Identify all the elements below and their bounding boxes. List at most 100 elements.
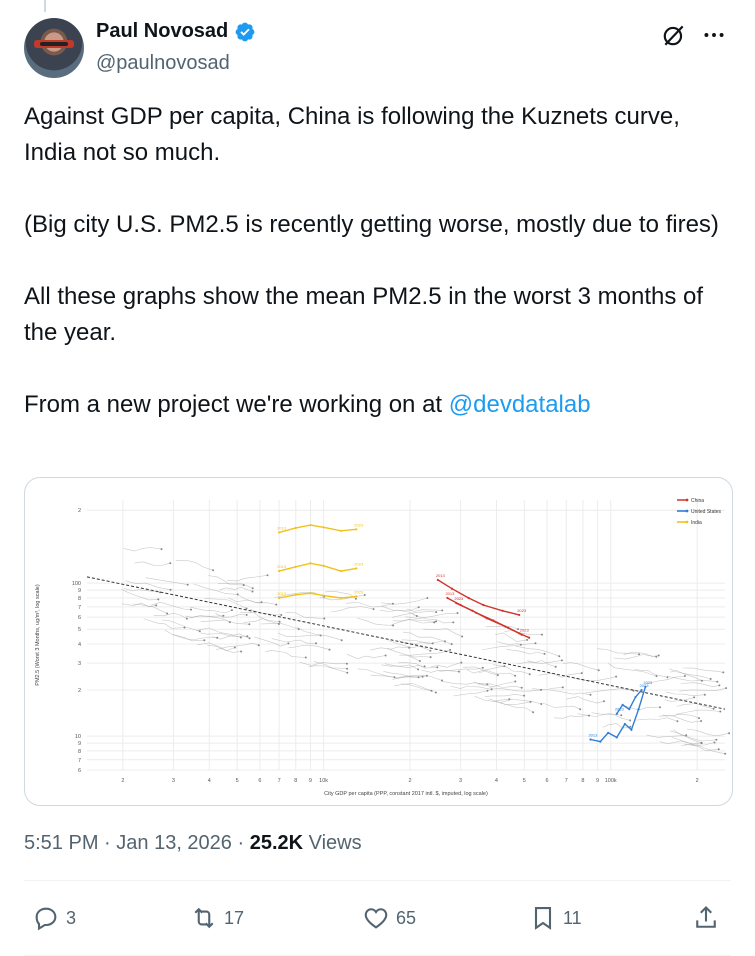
share-button[interactable] — [692, 904, 720, 932]
background-city-point — [709, 678, 712, 680]
y-tick-label: 100 — [72, 581, 81, 587]
background-city-point — [248, 637, 251, 640]
background-city-point — [280, 614, 283, 616]
background-city-point — [393, 676, 396, 679]
bookmark-button[interactable]: 11 — [529, 904, 582, 932]
background-city-trace — [553, 715, 590, 719]
background-city-trace — [634, 669, 668, 678]
background-city-point — [257, 644, 260, 647]
background-city-point — [216, 636, 219, 639]
mention-link[interactable]: @devdatalab — [449, 391, 591, 418]
background-city-trace — [673, 729, 717, 742]
more-options-icon[interactable] — [701, 22, 727, 48]
series-point — [355, 595, 358, 598]
background-city-point — [346, 671, 349, 674]
avatar[interactable] — [24, 18, 84, 78]
y-tick-label: 10 — [75, 734, 81, 740]
tweet-time[interactable]: 5:51 PM — [24, 832, 98, 854]
background-city-point — [186, 583, 189, 586]
background-city-point — [629, 719, 632, 722]
background-city-point — [700, 741, 703, 744]
background-city-point — [245, 607, 248, 610]
background-city-point — [655, 655, 658, 658]
background-city-point — [450, 643, 453, 646]
like-count: 65 — [396, 907, 417, 928]
background-city-trace — [346, 653, 386, 660]
tweet-date[interactable]: Jan 13, 2026 — [116, 832, 232, 854]
series-point — [621, 703, 624, 706]
background-city-trace — [477, 683, 522, 689]
x-tick-label: 6 — [545, 778, 548, 784]
reply-button[interactable]: 3 — [32, 904, 76, 932]
background-city-point — [676, 720, 679, 723]
background-city-point — [157, 598, 160, 601]
background-city-point — [345, 662, 348, 665]
series-year-label: 2013 — [277, 525, 287, 530]
series-point — [436, 578, 439, 582]
background-city-point — [659, 706, 661, 709]
grok-icon[interactable] — [661, 22, 687, 48]
series-point — [339, 529, 343, 532]
background-city-point — [712, 707, 715, 710]
background-city-point — [392, 624, 395, 627]
series-year-label: 2023 — [354, 561, 364, 566]
avatar-sunglasses — [40, 42, 68, 46]
divider — [24, 880, 731, 881]
background-city-point — [436, 666, 439, 669]
background-city-point — [230, 609, 233, 612]
chart-image[interactable]: 2 3 4 5 6 7 8 9 10k 2 3 4 5 6 7 8 9 100k 2 2 100 9 8 7 6 5 4 3 2 10 9 8… — [24, 477, 733, 806]
background-city-trace — [566, 696, 604, 704]
background-city-trace — [164, 629, 205, 642]
background-city-point — [561, 686, 564, 689]
background-city-point — [456, 612, 459, 615]
series-point — [640, 688, 643, 692]
x-tick-label: 4 — [495, 778, 498, 784]
background-city-point — [277, 623, 280, 625]
background-city-point — [490, 688, 493, 691]
background-city-trace — [563, 662, 599, 671]
x-tick-label: 7 — [565, 778, 568, 784]
x-tick-label: 5 — [523, 778, 526, 784]
background-city-trace — [453, 690, 488, 697]
background-city-point — [435, 611, 438, 614]
y-tick-label: 3 — [78, 661, 81, 667]
background-city-point — [248, 623, 251, 626]
background-city-point — [340, 639, 343, 642]
background-city-point — [434, 691, 437, 694]
tweet-meta: 5:51 PM · Jan 13, 2026 · 25.2K Views — [24, 832, 362, 855]
legend-marker — [685, 498, 689, 502]
background-city-trace — [308, 665, 348, 673]
background-city-point — [444, 640, 446, 643]
legend-marker — [685, 520, 689, 524]
background-city-point — [426, 597, 429, 599]
series-point — [501, 609, 504, 612]
series-point — [482, 603, 485, 607]
background-city-point — [198, 630, 201, 633]
series-point — [630, 728, 633, 731]
series-year-label: 2013 — [588, 732, 598, 737]
series-year-label: 2023 — [354, 522, 364, 527]
x-axis-label: City GDP per capita (PPP, constant 2017 … — [324, 791, 488, 797]
series-point — [339, 569, 343, 573]
background-city-point — [457, 670, 460, 673]
background-city-trace — [680, 682, 720, 688]
y-tick-label: 4 — [78, 642, 81, 648]
background-city-point — [683, 675, 686, 677]
background-city-point — [528, 673, 531, 676]
series-point — [355, 528, 358, 531]
pm25-gdp-chart: 2 3 4 5 6 7 8 9 10k 2 3 4 5 6 7 8 9 100k 22100987654321098… — [35, 498, 731, 797]
background-city-point — [203, 639, 206, 642]
background-city-point — [251, 590, 254, 593]
legend-label: China — [691, 498, 704, 504]
background-city-point — [560, 659, 563, 662]
background-city-trace — [597, 648, 640, 655]
background-city-point — [558, 655, 561, 658]
background-city-trace — [675, 709, 721, 715]
author-handle[interactable]: @paulnovosad — [96, 52, 230, 75]
author-name[interactable]: Paul Novosad — [96, 20, 228, 43]
like-button[interactable]: 65 — [362, 904, 416, 932]
repost-button[interactable]: 17 — [190, 904, 244, 932]
x-tick-label: 8 — [581, 778, 584, 784]
background-city-point — [452, 621, 455, 624]
